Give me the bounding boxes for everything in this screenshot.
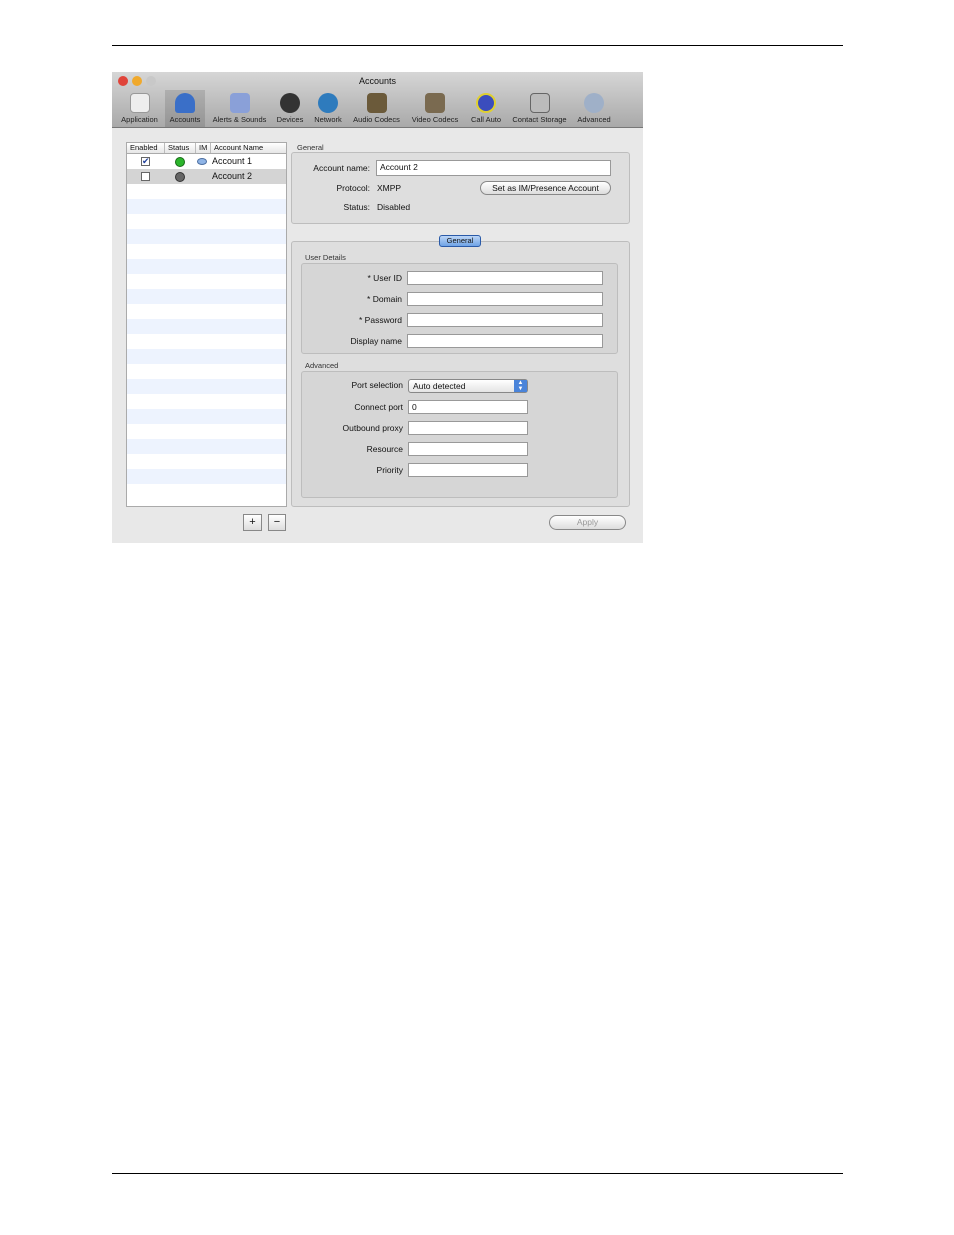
account-name: Account 1 (212, 156, 253, 166)
tab-contact-storage[interactable]: Contact Storage (508, 90, 571, 127)
select-arrows-icon: ▲ ▼ (514, 380, 527, 392)
status-value: Disabled (377, 202, 411, 212)
advanced-group-label: Advanced (305, 361, 339, 370)
tab-label: Alerts & Sounds (212, 115, 267, 124)
resource-label: Resource (366, 444, 403, 454)
apply-button[interactable]: Apply (549, 515, 626, 530)
im-bubble-icon (197, 158, 207, 165)
tab-label: Network (314, 115, 342, 124)
protocol-label: Protocol: (336, 183, 370, 193)
connect-port-label: Connect port (354, 402, 403, 412)
password-label: * Password (359, 315, 402, 325)
protocol-value: XMPP (377, 183, 402, 193)
switch-icon (129, 93, 150, 113)
user-id-input[interactable] (407, 271, 603, 285)
column-status[interactable]: Status (165, 143, 196, 153)
tab-devices[interactable]: Devices (273, 90, 307, 127)
tab-label: Advanced (577, 115, 611, 124)
window-title: Accounts (358, 76, 397, 86)
accounts-window: Accounts Application Accounts Alerts & S… (112, 72, 643, 543)
person-icon (175, 93, 195, 113)
account-name-label: Account name: (313, 163, 370, 173)
enabled-checkbox[interactable] (141, 172, 150, 181)
domain-input[interactable] (407, 292, 603, 306)
set-im-presence-button[interactable]: Set as IM/Presence Account (480, 181, 611, 195)
table-header: Enabled Status IM Account Name (127, 143, 286, 154)
account-name-input[interactable]: Account 2 (376, 160, 611, 176)
user-id-label: * User ID (367, 273, 402, 283)
remove-account-button[interactable]: − (268, 514, 286, 531)
tab-accounts[interactable]: Accounts (165, 90, 205, 127)
general-group-label: General (297, 143, 324, 152)
tab-label: Accounts (169, 115, 201, 124)
header-rule (112, 45, 843, 46)
audio-chip-icon (366, 93, 387, 113)
column-account-name[interactable]: Account Name (211, 143, 286, 153)
status-online-icon (175, 157, 185, 167)
status-offline-icon (175, 172, 185, 182)
tab-network[interactable]: Network (310, 90, 346, 127)
tab-alerts-sounds[interactable]: Alerts & Sounds (208, 90, 271, 127)
tab-audio-codecs[interactable]: Audio Codecs (349, 90, 404, 127)
table-body: ✔ Account 1 Account 2 (127, 154, 286, 499)
password-input[interactable] (407, 313, 603, 327)
accounts-table: Enabled Status IM Account Name ✔ Account… (126, 142, 287, 507)
resource-input[interactable] (408, 442, 528, 456)
table-row[interactable]: Account 2 (127, 169, 286, 184)
tab-general[interactable]: General (439, 235, 481, 247)
outbound-proxy-input[interactable] (408, 421, 528, 435)
tab-label: Application (121, 115, 158, 124)
account-name: Account 2 (212, 171, 253, 181)
tab-label: Devices (276, 115, 304, 124)
globe-icon (318, 93, 338, 113)
video-chip-icon (425, 93, 445, 113)
user-details-group-label: User Details (305, 253, 346, 262)
headset-icon (280, 93, 300, 113)
port-selection-select[interactable]: Auto detected ▲ ▼ (408, 379, 528, 393)
tab-label: Audio Codecs (353, 115, 400, 124)
status-label: Status: (343, 202, 370, 212)
port-selection-value: Auto detected (413, 381, 466, 391)
tab-label: Video Codecs (411, 115, 459, 124)
display-name-label: Display name (350, 336, 403, 346)
tab-video-codecs[interactable]: Video Codecs (408, 90, 462, 127)
tab-application[interactable]: Application (117, 90, 162, 127)
table-row[interactable]: ✔ Account 1 (127, 154, 286, 169)
priority-input[interactable] (408, 463, 528, 477)
phone-disc-icon (476, 93, 496, 113)
gear-icon (584, 93, 604, 113)
priority-label: Priority (376, 465, 403, 475)
outbound-proxy-label: Outbound proxy (342, 423, 403, 433)
connect-port-input[interactable]: 0 (408, 400, 528, 414)
domain-label: * Domain (367, 294, 402, 304)
tab-label: Call Auto (470, 115, 502, 124)
display-name-input[interactable] (407, 334, 603, 348)
tab-call-auto[interactable]: Call Auto (466, 90, 506, 127)
port-selection-label: Port selection (351, 380, 404, 390)
add-account-button[interactable]: + (243, 514, 262, 531)
column-im[interactable]: IM (196, 143, 211, 153)
enabled-checkbox[interactable]: ✔ (141, 157, 150, 166)
footer-rule (112, 1173, 843, 1174)
megaphone-icon (229, 93, 250, 113)
storage-icon (529, 93, 550, 113)
tab-label: Contact Storage (512, 115, 567, 124)
tab-advanced[interactable]: Advanced (574, 90, 614, 127)
column-enabled[interactable]: Enabled (127, 143, 165, 153)
